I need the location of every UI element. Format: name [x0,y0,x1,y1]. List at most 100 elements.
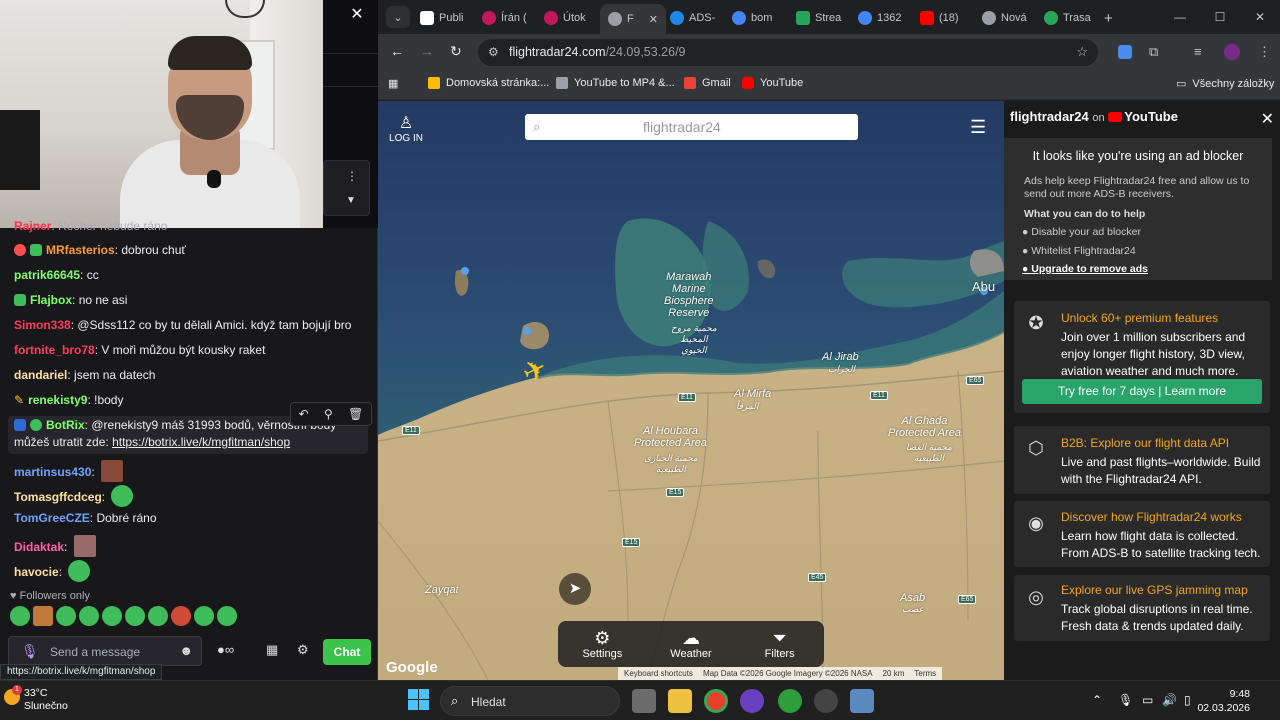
bookmark[interactable]: Domovská stránka:... [428,77,549,89]
close-icon[interactable]: ✕ [1261,109,1274,129]
emoji-icon[interactable]: ☻ [179,643,193,658]
chat-username[interactable]: fortnite_bro78 [14,343,95,357]
chat-username[interactable]: martinsus430 [14,465,91,479]
tab[interactable]: (18) [920,6,959,30]
chat-send-button[interactable]: Chat [323,639,371,665]
chat-username[interactable]: renekisty9 [28,393,87,407]
media-icon[interactable]: ≡ [1194,44,1202,59]
emote-icon[interactable] [56,606,76,626]
flight-map[interactable]: ♙ LOG IN ⌕ flightradar24 ☰ Marawah Marine… [378,101,1004,680]
chat-username[interactable]: TomGreeCZE [14,511,90,525]
try-free-button[interactable]: Try free for 7 days | Learn more [1022,379,1262,404]
back-icon[interactable]: ← [390,43,404,59]
chevron-up-icon[interactable]: ⌃ [1092,693,1102,707]
tab[interactable]: Strea [796,6,841,30]
tab[interactable]: Útok [544,6,586,30]
bookmark[interactable]: YouTube to MP4 &... [556,77,675,89]
start-button[interactable] [408,689,430,711]
chrome-icon[interactable] [704,689,728,713]
all-bookmarks[interactable]: ▭ Všechny záložky [1176,77,1274,91]
emote-icon[interactable] [33,606,53,626]
upgrade-link[interactable]: ● Upgrade to remove ads [1022,263,1148,275]
chat-username[interactable]: BotRix [46,418,85,432]
emote-icon[interactable] [217,606,237,626]
file-explorer-icon[interactable] [668,689,692,713]
chevron-down-icon[interactable]: ▼ [346,195,356,206]
tab[interactable]: ADS- [670,6,715,30]
more-icon[interactable]: ⋮ [1258,44,1271,60]
tab[interactable]: Trasa [1044,6,1091,30]
task-view-icon[interactable] [632,689,656,713]
pin-icon[interactable]: ⚲ [324,407,333,421]
emote-icon[interactable] [79,606,99,626]
chat-link[interactable]: https://botrix.live/k/mgfitman/shop [112,435,290,449]
more-icon[interactable]: ⋮ [346,169,358,183]
chat-username[interactable]: Tomasgffcdceg [14,490,102,504]
microphone-icon[interactable]: 🎙 [21,643,39,660]
premium-card[interactable]: ✪ Unlock 60+ premium features Join over … [1014,301,1270,413]
battery-icon[interactable]: ▯ [1184,693,1191,707]
bookmark[interactable]: Gmail [684,77,731,89]
emote-icon[interactable] [125,606,145,626]
microphone-icon[interactable]: 🎙 [1118,693,1133,707]
gps-jamming-card[interactable]: ◎ Explore our live GPS jamming map Track… [1014,575,1270,641]
filters-button[interactable]: ⏷ Filters [740,628,820,660]
emote-icon[interactable] [148,606,168,626]
weather-button[interactable]: ☁ Weather [651,628,731,660]
chat-input[interactable]: 🎙 Send a message ☻ [8,636,202,666]
bookmark[interactable]: YouTube [742,77,803,89]
weather-widget[interactable]: 1 33°C Slunečno [4,685,68,713]
xbox-icon[interactable] [778,689,802,713]
close-window-icon[interactable]: ✕ [1240,0,1280,34]
tab-active[interactable]: F ✕ [600,4,666,34]
clock[interactable]: 9:48 02.03.2026 [1197,687,1250,715]
chat-username[interactable]: Flajbox [30,293,72,307]
site-info-icon[interactable]: ⚙ [488,45,499,59]
volume-icon[interactable]: 🔊 [1162,693,1177,707]
chat-username[interactable]: patrik66645 [14,268,80,282]
locate-me-button[interactable]: ➤ [559,573,591,605]
menu-icon[interactable]: ☰ [970,117,986,138]
emote-icon[interactable] [10,606,30,626]
points-icon[interactable]: ●∞ [217,642,234,657]
chat-username[interactable]: dandariel [14,368,67,382]
gear-icon[interactable]: ⚙ [297,642,309,658]
bookmark-star-icon[interactable]: ☆ [1076,44,1088,60]
app-icon[interactable] [740,689,764,713]
delete-icon[interactable]: 🗑 [348,407,363,421]
tab[interactable]: bom [732,6,772,30]
address-bar[interactable]: ⚙ flightradar24.com/24.09,53.26/9 ☆ [478,39,1098,66]
reload-icon[interactable]: ↻ [450,43,462,60]
flight-search-input[interactable]: ⌕ flightradar24 [525,114,858,140]
emote-icon[interactable] [194,606,214,626]
how-it-works-card[interactable]: ◉ Discover how Flightradar24 works Learn… [1014,501,1270,567]
settings-button[interactable]: ⚙ Settings [562,628,642,660]
profile-avatar[interactable] [1224,44,1240,60]
tab-search-button[interactable]: ⌄ [386,6,410,28]
apps-icon[interactable]: ▦ [388,77,398,90]
emote-icon[interactable] [102,606,122,626]
chat-username[interactable]: MRfasterios [46,243,115,257]
close-icon[interactable]: ✕ [345,4,369,24]
keyboard-shortcuts-link[interactable]: Keyboard shortcuts [624,669,693,678]
chat-settings-menu[interactable]: ⋮ ▼ [323,160,370,216]
taskbar-search[interactable]: ⌕ Hledat [440,686,620,716]
close-icon[interactable]: ✕ [649,13,658,26]
chat-username[interactable]: Simon338 [14,318,71,332]
settings-icon[interactable] [850,689,874,713]
puzzle-icon[interactable]: ⧉ [1149,44,1158,60]
tab[interactable]: 1362 [858,6,901,30]
new-tab-icon[interactable]: + [1104,6,1113,30]
extension-icon[interactable] [1118,45,1132,59]
obs-icon[interactable] [814,689,838,713]
login-button[interactable]: ♙ LOG IN [386,113,426,144]
chat-username[interactable]: havocie [14,565,59,579]
tab[interactable]: Publi [420,6,463,30]
api-card[interactable]: ⬡ B2B: Explore our flight data API Live … [1014,426,1270,494]
emote-icon[interactable] [171,606,191,626]
chat-username[interactable]: Didaktak [14,540,64,554]
network-icon[interactable]: ▭ [1142,693,1153,707]
reply-icon[interactable]: ↶ [299,407,309,421]
forward-icon[interactable]: → [420,43,434,59]
tab[interactable]: Nová [982,6,1027,30]
